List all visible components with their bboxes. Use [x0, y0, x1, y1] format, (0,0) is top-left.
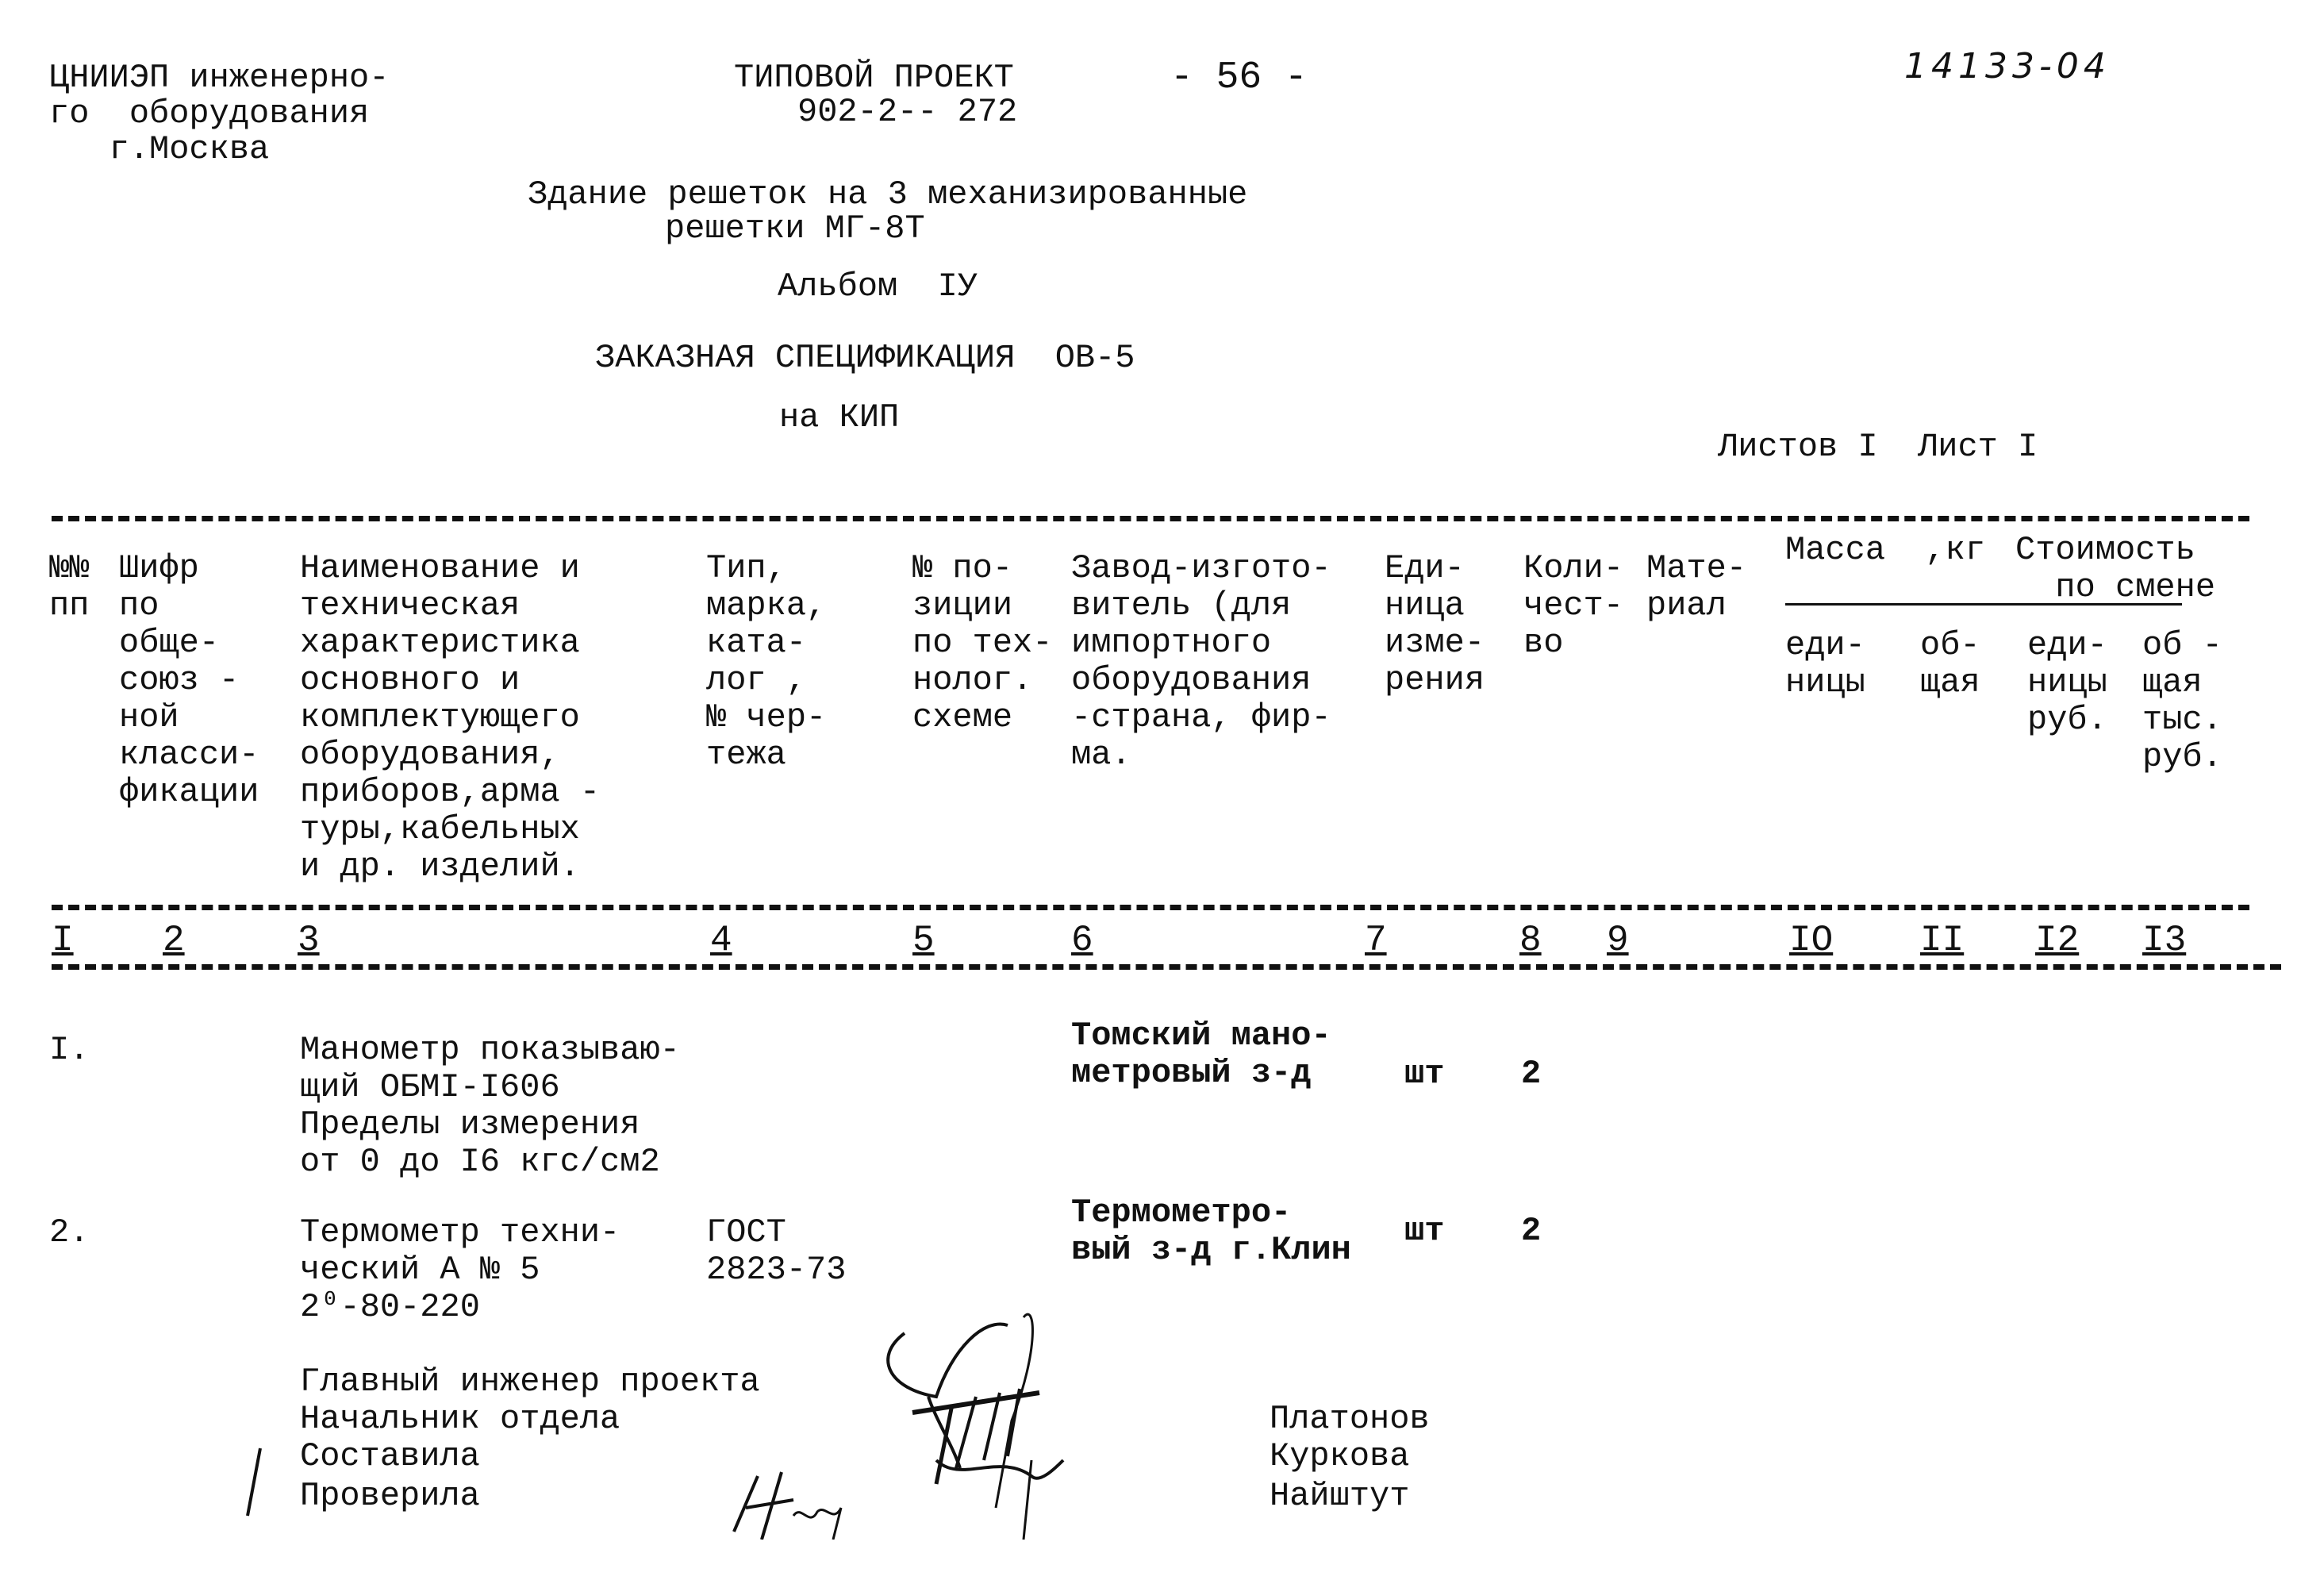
col-header-10: еди- ницы — [1785, 626, 1865, 702]
row-maker: Томский мано- метровый з-д — [1071, 1017, 1331, 1092]
project-label: ТИПОВОЙ ПРОЕКТ — [734, 59, 1014, 97]
row-unit: шт — [1404, 1055, 1445, 1093]
row-number: 2. — [49, 1213, 90, 1251]
col-num-4: 4 — [710, 920, 732, 961]
col-header-8: Коли- чест- во — [1523, 549, 1624, 662]
name-platonov: Платонов — [1270, 1400, 1430, 1438]
header-bottom-divider — [52, 905, 2249, 910]
archive-number: 14133-04 — [1904, 46, 2111, 87]
col-header-1: №№ пп — [49, 549, 90, 625]
col-num-3: 3 — [298, 920, 320, 961]
row-number: I. — [49, 1031, 90, 1069]
row-name: Манометр показываю- щий ОБМI-I606 Предел… — [300, 1031, 680, 1181]
col-num-7: 7 — [1365, 920, 1387, 961]
spec-title: ЗАКАЗНАЯ СПЕЦИФИКАЦИЯ ОВ-5 — [595, 339, 1135, 377]
colnum-bottom-divider — [52, 964, 2281, 970]
col-num-9: 9 — [1607, 920, 1629, 961]
col-num-11: II — [1920, 920, 1965, 961]
col-num-6: 6 — [1071, 920, 1093, 961]
name-kurkova: Куркова — [1270, 1437, 1410, 1475]
row-qty: 2 — [1521, 1055, 1542, 1093]
col-header-12: еди- ницы руб. — [2027, 626, 2107, 739]
row-qty: 2 — [1521, 1212, 1542, 1250]
org-line-2: го оборудования — [49, 94, 370, 133]
subtitle-line-2: решетки МГ-8Т — [665, 210, 925, 248]
org-line-3: г.Москва — [49, 130, 270, 168]
page-number: - 56 - — [1170, 56, 1308, 99]
project-number: 902-2-- 272 — [797, 93, 1018, 131]
col-header-6: Завод-изгото- витель (для импортного обо… — [1071, 549, 1331, 774]
col-num-13: I3 — [2142, 920, 2187, 961]
group-header-mass: Масса ,кг — [1785, 531, 1986, 569]
row-type: ГОСТ 2823-73 — [706, 1213, 847, 1289]
group-header-underline — [1785, 603, 2182, 606]
sheets-info: Листов I Лист I — [1718, 428, 2038, 466]
signature-scribble-icon — [246, 1313, 1065, 1540]
group-header-cost: Стоимость по смене — [2015, 531, 2216, 606]
col-header-2: Шифр по обще- союз - ной класси- фикации — [119, 549, 259, 811]
col-header-13: об - щая тыс. руб. — [2142, 626, 2222, 776]
row-unit: шт — [1404, 1212, 1445, 1250]
col-num-8: 8 — [1519, 920, 1542, 961]
org-line-1: ЦНИИЭП инженерно- — [49, 59, 390, 97]
name-naishtut: Найштут — [1270, 1477, 1410, 1515]
col-num-5: 5 — [912, 920, 935, 961]
subtitle-line-1: Здание решеток на 3 механизированные — [528, 175, 1248, 213]
row-maker: Термометро- вый з-д г.Клин — [1071, 1194, 1351, 1269]
col-num-2: 2 — [163, 920, 185, 961]
col-header-7: Еди- ница изме- рения — [1385, 549, 1485, 699]
col-header-3: Наименование и техническая характеристик… — [300, 549, 601, 886]
col-header-4: Тип, марка, ката- лог , № чер- тежа — [706, 549, 827, 774]
album-label: Альбом IУ — [778, 267, 978, 306]
col-num-10: IO — [1789, 920, 1834, 961]
col-header-9: Мате- риал — [1646, 549, 1747, 625]
col-header-5: № по- зиции по тех- нолог. схеме — [912, 549, 1053, 736]
col-header-11: об- щая — [1920, 626, 1980, 702]
col-num-1: I — [52, 920, 74, 961]
spec-subtitle: на КИП — [779, 398, 900, 436]
table-top-divider — [52, 516, 2249, 521]
col-num-12: I2 — [2035, 920, 2080, 961]
